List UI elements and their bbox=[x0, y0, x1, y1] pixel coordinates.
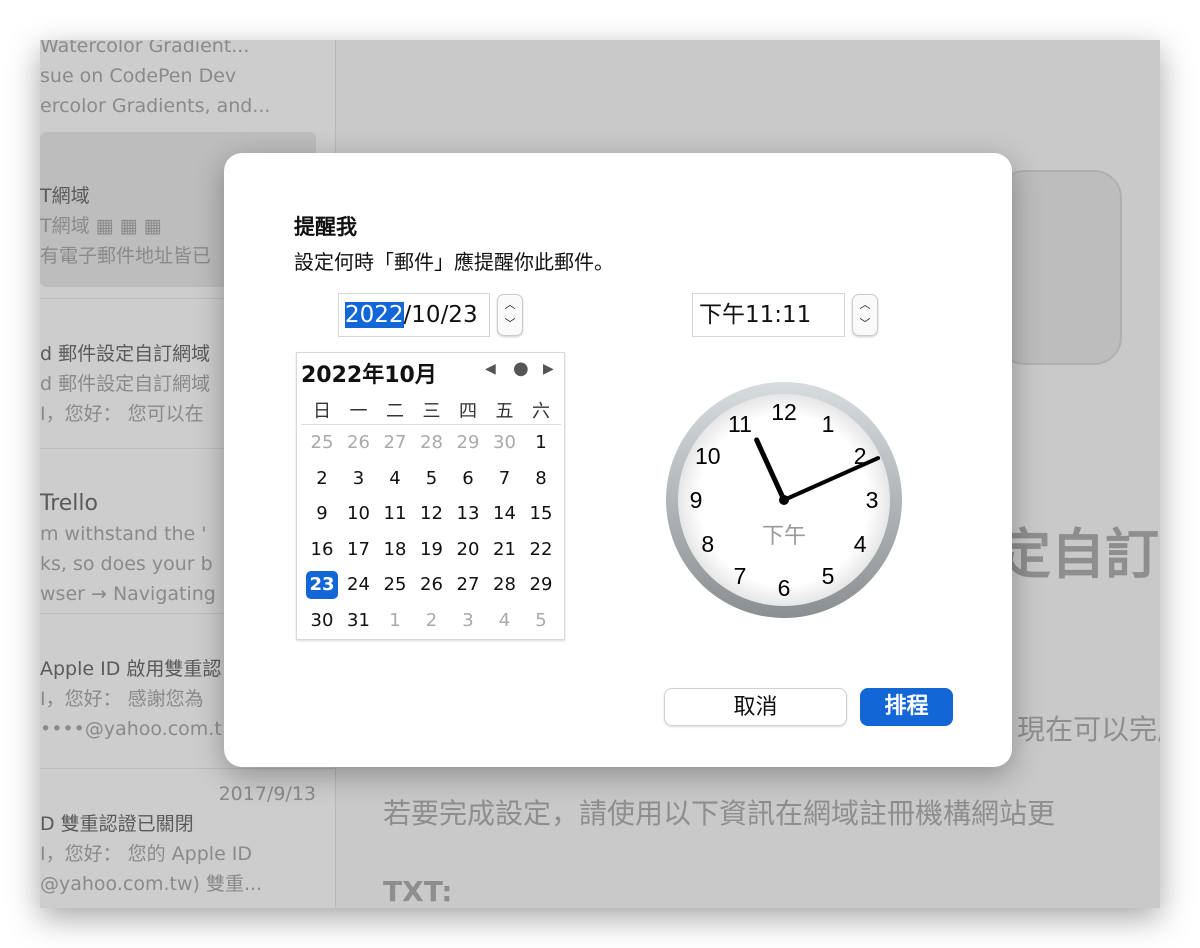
calendar-day[interactable]: 6 bbox=[452, 465, 484, 493]
divider bbox=[40, 768, 336, 769]
clock-number: 11 bbox=[728, 411, 752, 437]
calendar-day[interactable]: 19 bbox=[416, 536, 448, 564]
today-dot-icon[interactable]: ● bbox=[513, 358, 529, 379]
clock-number: 8 bbox=[701, 531, 714, 557]
calendar-day[interactable]: 30 bbox=[489, 429, 521, 457]
weekday-label: 日 bbox=[313, 401, 331, 422]
clock-center bbox=[779, 495, 789, 505]
calendar-day[interactable]: 9 bbox=[306, 500, 338, 528]
calendar-day[interactable]: 16 bbox=[306, 536, 338, 564]
message-text: 若要完成設定，請使用以下資訊在網域註冊機構網站更 bbox=[383, 797, 1056, 830]
dialog-title: 提醒我 bbox=[294, 215, 357, 239]
calendar-day[interactable]: 28 bbox=[416, 429, 448, 457]
chevron-up-icon[interactable]: ︿ bbox=[498, 295, 522, 314]
clock-number: 10 bbox=[695, 443, 721, 469]
calendar-day[interactable]: 29 bbox=[525, 571, 557, 599]
txt-label: TXT: bbox=[383, 875, 453, 908]
clock-number: 12 bbox=[771, 399, 797, 425]
app-icon bbox=[997, 170, 1122, 365]
calendar-day[interactable]: 2 bbox=[416, 607, 448, 635]
mail-preview: sue on CodePen Dev bbox=[40, 65, 237, 87]
weekday-label: 六 bbox=[532, 401, 550, 422]
clock-number: 1 bbox=[822, 411, 835, 437]
clock-number: 9 bbox=[690, 487, 703, 513]
calendar-day[interactable]: 4 bbox=[489, 607, 521, 635]
calendar-day[interactable]: 31 bbox=[343, 607, 375, 635]
calendar-day[interactable]: 21 bbox=[489, 536, 521, 564]
next-month-icon[interactable]: ▶ bbox=[543, 361, 554, 377]
remind-me-dialog: 提醒我 設定何時「郵件」應提醒你此郵件。 2022/10/23 ︿ ﹀ 下午11:… bbox=[224, 153, 1012, 767]
calendar-day[interactable]: 15 bbox=[525, 500, 557, 528]
calendar-day[interactable]: 18 bbox=[379, 536, 411, 564]
calendar-day[interactable]: 13 bbox=[452, 500, 484, 528]
date-month-day-segment[interactable]: /10/23 bbox=[404, 302, 478, 328]
calendar-day[interactable]: 29 bbox=[452, 429, 484, 457]
calendar-day[interactable]: 4 bbox=[379, 465, 411, 493]
calendar-day[interactable]: 25 bbox=[306, 429, 338, 457]
calendar-month-label: 2022年10月 bbox=[301, 363, 437, 388]
calendar-day[interactable]: 25 bbox=[379, 571, 411, 599]
divider bbox=[301, 424, 561, 425]
time-field[interactable]: 下午11:11 bbox=[692, 293, 845, 337]
weekday-label: 四 bbox=[459, 401, 477, 422]
calendar-day[interactable]: 11 bbox=[379, 500, 411, 528]
clock-number: 3 bbox=[866, 487, 879, 513]
calendar-day[interactable]: 5 bbox=[416, 465, 448, 493]
calendar-day[interactable]: 1 bbox=[525, 429, 557, 457]
calendar-day[interactable]: 23 bbox=[306, 571, 338, 599]
prev-month-icon[interactable]: ◀ bbox=[485, 361, 496, 377]
calendar-day[interactable]: 10 bbox=[343, 500, 375, 528]
clock-period: 下午 bbox=[762, 524, 806, 549]
calendar-day[interactable]: 26 bbox=[416, 571, 448, 599]
chevron-down-icon[interactable]: ﹀ bbox=[498, 314, 522, 333]
calendar-day[interactable]: 3 bbox=[452, 607, 484, 635]
time-stepper[interactable]: ︿ ﹀ bbox=[852, 294, 878, 336]
calendar-day[interactable]: 7 bbox=[489, 465, 521, 493]
date-field[interactable]: 2022/10/23 bbox=[338, 293, 490, 337]
clock-number: 7 bbox=[734, 563, 747, 589]
analog-clock: 12 1234567891011下午 bbox=[666, 382, 902, 618]
calendar: 2022年10月 ◀ ● ▶ 日一二三四五六 25 26 27 28 29 30 1 2 3 4 5 6… bbox=[296, 352, 565, 640]
calendar-day[interactable]: 12 bbox=[416, 500, 448, 528]
calendar-day[interactable]: 14 bbox=[489, 500, 521, 528]
weekday-label: 三 bbox=[422, 401, 441, 422]
calendar-day[interactable]: 28 bbox=[489, 571, 521, 599]
calendar-day[interactable]: 27 bbox=[379, 429, 411, 457]
weekday-label: 五 bbox=[495, 401, 514, 422]
message-text: 現在可以完成 bbox=[1017, 713, 1160, 746]
calendar-day[interactable]: 24 bbox=[343, 571, 375, 599]
chevron-down-icon[interactable]: ﹀ bbox=[853, 314, 877, 333]
mail-subject: Watercolor Gradient... bbox=[40, 40, 250, 57]
mail-preview: @yahoo.com.tw) 雙重... bbox=[40, 873, 263, 895]
calendar-day[interactable]: 5 bbox=[525, 607, 557, 635]
cancel-button[interactable]: 取消 bbox=[664, 688, 847, 726]
calendar-day[interactable]: 22 bbox=[525, 536, 557, 564]
message-heading: 定自訂網 bbox=[997, 523, 1160, 586]
clock-number: 5 bbox=[822, 563, 835, 589]
weekday-label: 二 bbox=[386, 401, 404, 422]
mail-preview: I，您好： 您的 Apple ID bbox=[40, 843, 253, 865]
chevron-up-icon[interactable]: ︿ bbox=[853, 295, 877, 314]
dialog-subtitle: 設定何時「郵件」應提醒你此郵件。 bbox=[294, 250, 614, 274]
weekday-label: 一 bbox=[349, 401, 368, 422]
calendar-day[interactable]: 8 bbox=[525, 465, 557, 493]
calendar-day[interactable]: 1 bbox=[379, 607, 411, 635]
mail-preview: ercolor Gradients, and... bbox=[40, 95, 271, 117]
calendar-day[interactable]: 17 bbox=[343, 536, 375, 564]
calendar-day[interactable]: 2 bbox=[306, 465, 338, 493]
clock-number: 4 bbox=[854, 531, 867, 557]
date-year-segment[interactable]: 2022 bbox=[345, 302, 404, 328]
calendar-day[interactable]: 27 bbox=[452, 571, 484, 599]
mail-date: 2017/9/13 bbox=[218, 783, 316, 805]
calendar-day[interactable]: 26 bbox=[343, 429, 375, 457]
mail-subject: D 雙重認證已關閉 bbox=[40, 813, 194, 835]
clock-number: 6 bbox=[778, 575, 791, 601]
calendar-day[interactable]: 3 bbox=[343, 465, 375, 493]
schedule-button[interactable]: 排程 bbox=[860, 688, 953, 726]
calendar-day[interactable]: 30 bbox=[306, 607, 338, 635]
date-stepper[interactable]: ︿ ﹀ bbox=[497, 294, 523, 336]
calendar-day[interactable]: 20 bbox=[452, 536, 484, 564]
